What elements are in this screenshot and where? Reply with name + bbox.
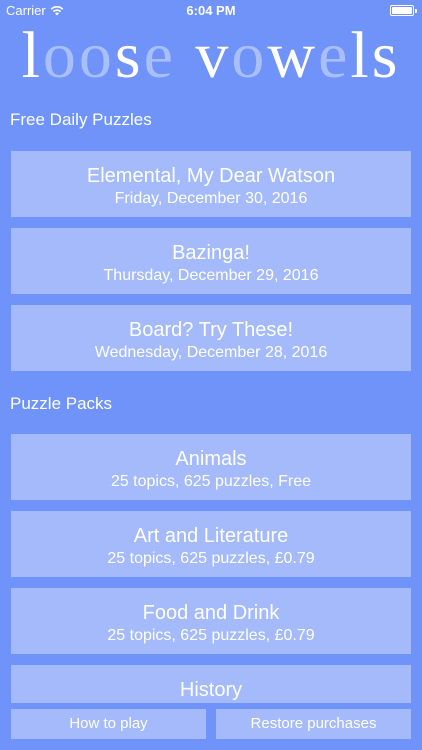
daily-puzzle-card[interactable]: Board? Try These! Wednesday, December 28… (11, 305, 411, 371)
card-title: Animals (175, 448, 247, 470)
puzzle-pack-card[interactable]: Food and Drink 25 topics, 625 puzzles, £… (11, 588, 411, 654)
logo-letter: w (267, 19, 319, 92)
card-title: Board? Try These! (128, 319, 294, 341)
card-subtitle: 25 topics, 625 puzzles, £0.79 (107, 550, 315, 567)
logo-letter: e (143, 19, 176, 92)
card-subtitle: 25 topics, 625 puzzles, £0.79 (107, 627, 315, 644)
logo-letter: l (350, 19, 372, 92)
logo-letter: o (78, 19, 115, 92)
restore-purchases-button[interactable]: Restore purchases (216, 709, 411, 739)
card-subtitle: Wednesday, December 28, 2016 (94, 344, 328, 361)
logo-letter: s (114, 19, 144, 92)
daily-puzzle-card[interactable]: Elemental, My Dear Watson Friday, Decemb… (11, 151, 411, 217)
card-title: Food and Drink (142, 602, 280, 624)
section-title-daily: Free Daily Puzzles (10, 110, 152, 129)
logo-letter: e (318, 19, 351, 92)
card-subtitle: Thursday, December 29, 2016 (103, 267, 319, 284)
card-subtitle: Friday, December 30, 2016 (114, 190, 308, 207)
puzzle-pack-card[interactable]: History (11, 665, 411, 705)
card-title: History (179, 679, 243, 701)
daily-puzzle-card[interactable]: Bazinga! Thursday, December 29, 2016 (11, 228, 411, 294)
section-title-packs: Puzzle Packs (10, 394, 113, 413)
card-title: Art and Literature (133, 525, 289, 547)
card-subtitle: 25 topics, 625 puzzles, Free (110, 473, 312, 490)
status-time: 6:04 PM (186, 3, 236, 18)
bottom-toolbar: How to play Restore purchases (0, 703, 422, 750)
logo-letter: o (42, 19, 79, 92)
puzzle-pack-card[interactable]: Animals 25 topics, 625 puzzles, Free (11, 434, 411, 500)
logo-letter (176, 19, 196, 92)
logo-letter: s (371, 19, 401, 92)
card-title: Elemental, My Dear Watson (86, 165, 336, 187)
battery-icon (390, 5, 417, 16)
logo-letter: v (195, 19, 232, 92)
puzzle-pack-card[interactable]: Art and Literature 25 topics, 625 puzzle… (11, 511, 411, 577)
how-to-play-button[interactable]: How to play (11, 709, 206, 739)
logo-letter: l (21, 19, 43, 92)
logo-letter: o (231, 19, 268, 92)
app-logo: loose vowels (0, 18, 422, 94)
card-title: Bazinga! (172, 242, 250, 264)
